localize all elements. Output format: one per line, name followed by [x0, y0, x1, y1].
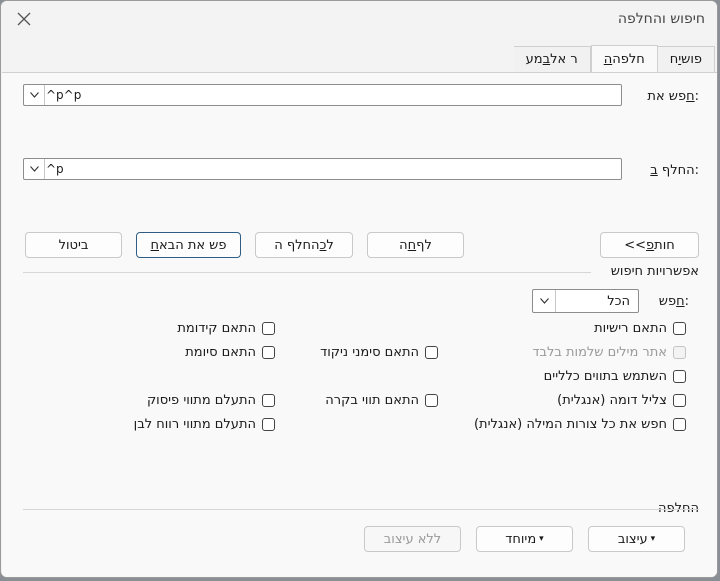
chevron-down-icon — [29, 166, 39, 172]
chevron-down-icon — [29, 92, 39, 98]
tab-bar: ח י פוש ה חלפה מע ב ר אל — [513, 45, 715, 73]
word-forms-label: חפש את כל צורות המילה (אנגלית) — [473, 417, 667, 432]
wildcards-checkbox[interactable]: השתמש בתווים כלליים — [544, 369, 686, 384]
replace-btn-label-c: לף — [416, 237, 432, 253]
format-label: עיצוב — [617, 531, 648, 547]
window-title: חיפוש והחלפה — [617, 11, 705, 27]
sounds-like-box[interactable] — [673, 394, 686, 407]
ignore-space-label: התעלם מתווי רווח לבן — [133, 417, 256, 432]
replace-all-label-b: כ — [319, 237, 327, 253]
tab-goto-label-c: ר אל — [550, 52, 578, 67]
replace-input[interactable]: ^p — [23, 158, 622, 180]
tab-goto-label-a: מע — [525, 52, 543, 67]
replace-label-a: החלף — [657, 163, 695, 178]
tab-replace-label-c: חלפה — [612, 51, 645, 67]
find-dropdown-button[interactable] — [24, 85, 45, 105]
tab-replace-label-b: ה — [603, 51, 613, 67]
match-suffix-box[interactable] — [262, 346, 275, 359]
match-diacritics-box[interactable] — [425, 346, 438, 359]
find-label: חפש את: — [647, 89, 699, 104]
match-case-box[interactable] — [673, 322, 686, 335]
title-bar: חיפוש והחלפה — [1, 1, 717, 39]
find-replace-dialog: חיפוש והחלפה ח י פוש ה חלפה מע ב ר אל חפש את:… — [0, 0, 718, 578]
ignore-punct-box[interactable] — [262, 394, 275, 407]
less-button[interactable]: << פ חות — [600, 232, 699, 258]
tab-find-label-c: פוש — [681, 52, 702, 67]
no-formatting-button[interactable]: ללא עיצוב — [364, 526, 461, 552]
search-scope-select[interactable]: הכל — [532, 289, 639, 313]
less-label-c: חות — [654, 237, 675, 253]
tab-replace[interactable]: ה חלפה — [590, 45, 658, 73]
tab-find[interactable]: ח י פוש — [657, 46, 715, 72]
match-kashida-label: התאם תווי בקרה — [325, 393, 419, 408]
search-options-divider — [23, 272, 591, 273]
match-prefix-box[interactable] — [262, 322, 275, 335]
ignore-punct-checkbox[interactable]: התעלם מתווי פיסוק — [147, 393, 275, 408]
less-label-b: פ — [646, 237, 655, 253]
match-suffix-label: התאם סיומת — [185, 345, 256, 360]
close-button[interactable] — [9, 5, 39, 33]
replace-label: החלף ב: — [650, 163, 699, 178]
less-label-a: << — [624, 237, 647, 253]
match-diacritics-label: התאם סימני ניקוד — [320, 345, 419, 360]
match-kashida-box[interactable] — [425, 394, 438, 407]
whole-words-checkbox[interactable]: אתר מילים שלמות בלבד — [532, 345, 686, 360]
tab-find-label-a: ח — [669, 52, 679, 67]
find-next-label-b: ח — [150, 237, 159, 253]
match-prefix-label: התאם קידומת — [177, 321, 256, 336]
match-suffix-checkbox[interactable]: התאם סיומת — [185, 345, 275, 360]
match-prefix-checkbox[interactable]: התאם קידומת — [177, 321, 275, 336]
search-options-label: אפשרויות חיפוש — [610, 264, 699, 279]
replace-button[interactable]: ה ח לף — [367, 232, 464, 258]
dropdown-arrow-icon: ▾ — [650, 534, 656, 544]
tab-goto-label-b: ב — [542, 52, 551, 67]
search-scope-label: חפש: — [659, 294, 689, 309]
sounds-like-label: צליל דומה (אנגלית) — [557, 393, 667, 408]
match-diacritics-checkbox[interactable]: התאם סימני ניקוד — [320, 345, 438, 360]
replace-label-b: ב — [650, 163, 658, 178]
find-next-label-c: פש את הבא — [158, 237, 227, 253]
find-input[interactable]: ^p^p — [23, 84, 622, 106]
search-scope-label-b: ח — [676, 294, 685, 309]
replace-btn-label-a: ה — [399, 237, 408, 253]
word-forms-box[interactable] — [673, 418, 686, 431]
tab-goto[interactable]: מע ב ר אל — [513, 46, 591, 72]
format-button[interactable]: עיצוב ▾ — [588, 526, 685, 552]
whole-words-label: אתר מילים שלמות בלבד — [532, 345, 667, 360]
special-button[interactable]: מיוחד ▾ — [476, 526, 573, 552]
replace-label-c: : — [694, 163, 699, 178]
chevron-down-icon — [539, 298, 549, 304]
sounds-like-checkbox[interactable]: צליל דומה (אנגלית) — [557, 393, 686, 408]
replace-btn-label-b: ח — [407, 237, 417, 253]
replace-section-divider — [23, 509, 699, 510]
dropdown-arrow-icon: ▾ — [539, 534, 544, 544]
match-case-label: התאם רישיות — [594, 321, 667, 336]
match-case-checkbox[interactable]: התאם רישיות — [594, 321, 686, 336]
search-scope-label-c: פש: — [658, 294, 689, 309]
match-kashida-checkbox[interactable]: התאם תווי בקרה — [325, 393, 438, 408]
search-scope-value: הכל — [607, 294, 630, 309]
find-value: ^p^p — [46, 88, 82, 102]
find-label-b: ח — [686, 89, 695, 104]
replace-all-button[interactable]: החלף הכל — [255, 232, 353, 258]
ignore-punct-label: התעלם מתווי פיסוק — [146, 393, 256, 408]
close-icon — [17, 12, 31, 26]
find-next-button[interactable]: ח פש את הבא — [136, 232, 241, 258]
replace-all-label-c: ל — [326, 237, 334, 253]
replace-value: ^p — [46, 162, 64, 176]
search-scope-dropdown-button[interactable] — [533, 290, 556, 312]
wildcards-box[interactable] — [673, 370, 686, 383]
replace-dropdown-button[interactable] — [24, 159, 45, 179]
whole-words-box[interactable] — [673, 346, 686, 359]
ignore-space-box[interactable] — [262, 418, 275, 431]
word-forms-checkbox[interactable]: חפש את כל צורות המילה (אנגלית) — [474, 417, 686, 432]
ignore-space-checkbox[interactable]: התעלם מתווי רווח לבן — [134, 417, 275, 432]
cancel-button[interactable]: ביטול — [25, 232, 122, 258]
replace-all-label-a: החלף ה — [274, 237, 320, 253]
wildcards-label: השתמש בתווים כלליים — [543, 369, 667, 384]
special-label: מיוחד — [505, 531, 537, 547]
